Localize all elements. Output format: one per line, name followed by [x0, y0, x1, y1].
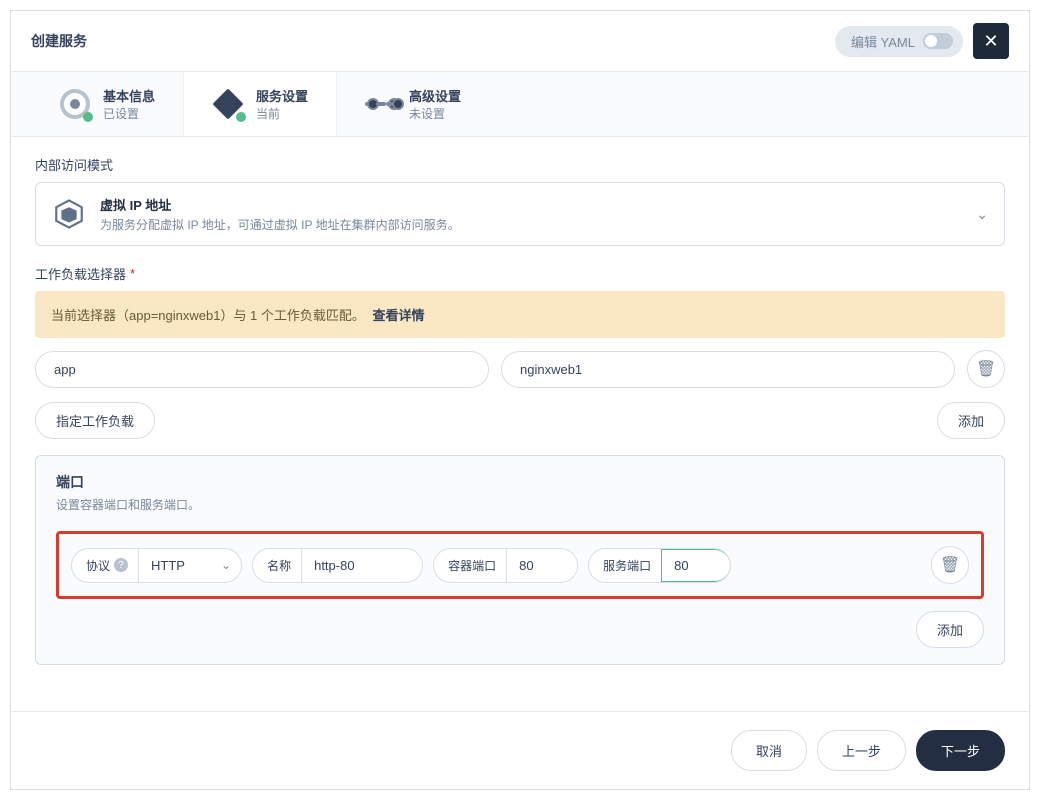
check-badge-icon [236, 112, 246, 122]
service-port-input[interactable] [661, 549, 731, 582]
selector-label: 工作负载选择器 * [35, 264, 1005, 283]
dialog-body: 内部访问模式 虚拟 IP 地址 为服务分配虚拟 IP 地址，可通过虚拟 IP 地… [11, 137, 1029, 711]
port-row: 协议 ? ⌄ 名称 容器端口 服务端口 [56, 531, 984, 599]
sliders-icon [365, 88, 397, 120]
edit-yaml-toggle[interactable]: 编辑 YAML [835, 26, 963, 57]
toggle-switch-icon [923, 33, 953, 49]
add-selector-button[interactable]: 添加 [937, 402, 1005, 439]
add-port-button[interactable]: 添加 [916, 611, 984, 648]
container-port-field: 容器端口 [433, 548, 578, 583]
tab-subtitle: 已设置 [103, 105, 155, 122]
circle-dot-icon [59, 88, 91, 120]
tab-advanced-settings[interactable]: 高级设置 未设置 [336, 72, 489, 136]
access-mode-title: 虚拟 IP 地址 [100, 195, 460, 214]
header-actions: 编辑 YAML ✕ [835, 23, 1009, 59]
tab-subtitle: 当前 [256, 105, 308, 122]
port-name-label: 名称 [253, 549, 302, 582]
banner-text: 当前选择器（app=nginxweb1）与 1 个工作负载匹配。 [51, 308, 365, 323]
selector-kv-row: 🗑 [35, 350, 1005, 388]
ports-subtitle: 设置容器端口和服务端口。 [56, 496, 984, 513]
close-button[interactable]: ✕ [973, 23, 1009, 59]
protocol-select[interactable] [139, 550, 209, 581]
next-button[interactable]: 下一步 [916, 730, 1005, 771]
ports-panel: 端口 设置容器端口和服务端口。 协议 ? ⌄ 名称 [35, 455, 1005, 665]
dialog-footer: 取消 上一步 下一步 [11, 711, 1029, 789]
service-port-label: 服务端口 [589, 549, 662, 582]
delete-selector-button[interactable]: 🗑 [967, 350, 1005, 388]
layers-icon [212, 88, 244, 120]
tab-title: 基本信息 [103, 86, 155, 105]
close-icon: ✕ [983, 31, 998, 52]
protocol-label: 协议 [86, 557, 110, 574]
chevron-down-icon: ⌄ [221, 558, 231, 572]
access-mode-card[interactable]: 虚拟 IP 地址 为服务分配虚拟 IP 地址，可通过虚拟 IP 地址在集群内部访… [35, 182, 1005, 246]
selector-key-input[interactable] [35, 351, 489, 388]
create-service-dialog: 创建服务 编辑 YAML ✕ 基本信息 已设置 [10, 10, 1030, 790]
view-details-link[interactable]: 查看详情 [373, 308, 425, 323]
cube-icon [52, 197, 86, 231]
access-mode-desc: 为服务分配虚拟 IP 地址，可通过虚拟 IP 地址在集群内部访问服务。 [100, 216, 460, 233]
protocol-field[interactable]: 协议 ? ⌄ [71, 548, 242, 583]
selector-actions: 指定工作负载 添加 [35, 402, 1005, 439]
access-mode-label: 内部访问模式 [35, 155, 1005, 174]
tab-service-settings[interactable]: 服务设置 当前 [183, 72, 336, 136]
check-badge-icon [83, 112, 93, 122]
delete-port-button[interactable]: 🗑 [931, 546, 969, 584]
dialog-header: 创建服务 编辑 YAML ✕ [11, 11, 1029, 71]
trash-icon: 🗑 [976, 359, 996, 379]
required-marker: * [130, 266, 135, 281]
dialog-title: 创建服务 [31, 31, 87, 51]
selector-value-input[interactable] [501, 351, 955, 388]
step-tabs: 基本信息 已设置 服务设置 当前 高级设置 未设置 [11, 71, 1029, 137]
service-port-field: 服务端口 [588, 548, 731, 583]
previous-button[interactable]: 上一步 [817, 730, 906, 771]
port-name-input[interactable] [302, 550, 422, 581]
ports-add-row: 添加 [56, 611, 984, 648]
specify-workload-button[interactable]: 指定工作负载 [35, 402, 155, 439]
help-icon[interactable]: ? [114, 558, 128, 572]
tab-title: 服务设置 [256, 86, 308, 105]
selector-match-banner: 当前选择器（app=nginxweb1）与 1 个工作负载匹配。 查看详情 [35, 291, 1005, 338]
container-port-input[interactable] [507, 550, 577, 581]
chevron-down-icon: ⌄ [976, 206, 988, 223]
trash-icon: 🗑 [940, 555, 960, 575]
edit-yaml-label: 编辑 YAML [851, 32, 915, 51]
tab-title: 高级设置 [409, 86, 461, 105]
tab-subtitle: 未设置 [409, 105, 461, 122]
port-name-field: 名称 [252, 548, 423, 583]
ports-heading: 端口 [56, 472, 984, 492]
tab-basic-info[interactable]: 基本信息 已设置 [31, 72, 183, 136]
container-port-label: 容器端口 [434, 549, 507, 582]
cancel-button[interactable]: 取消 [731, 730, 807, 771]
